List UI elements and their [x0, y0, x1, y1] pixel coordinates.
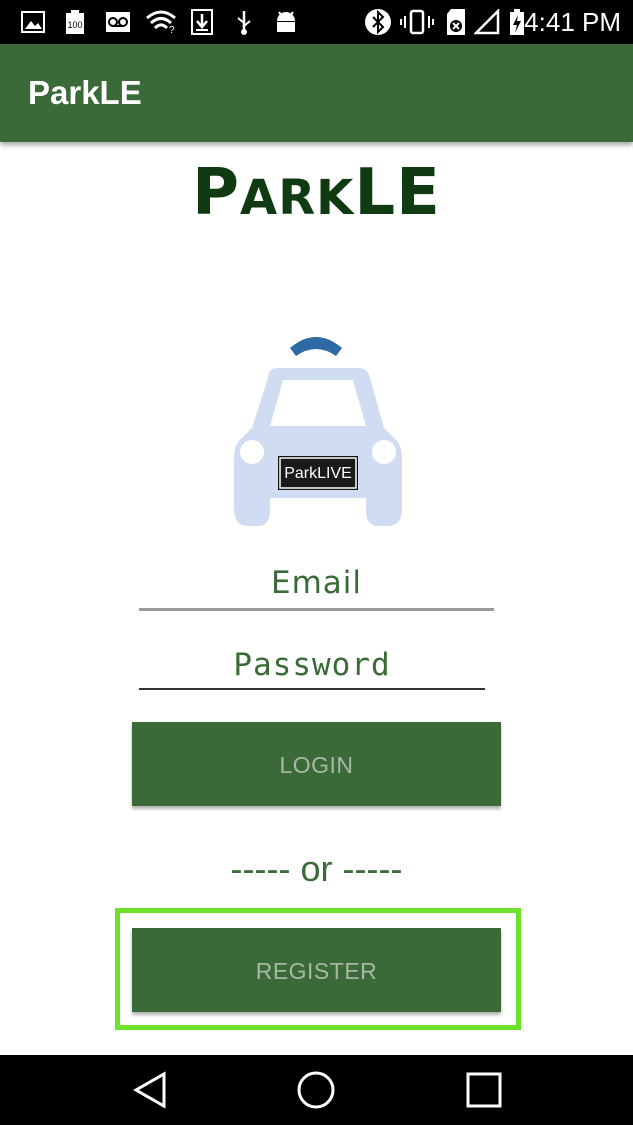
image-icon — [20, 8, 46, 36]
password-placeholder: Password — [233, 647, 391, 683]
or-separator: ----- or ----- — [230, 848, 403, 889]
password-field[interactable]: Password — [139, 645, 485, 690]
email-underline — [139, 608, 494, 611]
recents-icon[interactable] — [459, 1067, 509, 1113]
home-icon[interactable] — [291, 1067, 341, 1113]
status-time: 4:41 PM — [524, 7, 621, 37]
download-icon — [190, 8, 214, 36]
logo-first-letter: P — [192, 156, 241, 230]
status-bar: 100 ? 4:41 PM — [0, 0, 633, 44]
battery-100-icon: 100 — [62, 8, 88, 36]
app-bar: ParkLE — [0, 44, 633, 142]
logo-tail: LE — [354, 156, 441, 230]
password-underline — [139, 688, 485, 690]
navigation-bar — [0, 1055, 633, 1125]
logo-middle: ARK — [240, 170, 355, 226]
signal-arc-icon — [290, 337, 342, 356]
voicemail-icon — [104, 8, 132, 36]
car-illustration: ParkLIVE — [228, 318, 408, 530]
wifi-icon: ? — [144, 8, 178, 36]
car-plate-text: ParkLIVE — [284, 465, 352, 482]
login-button[interactable]: LOGIN — [132, 722, 501, 806]
email-field[interactable]: Email — [139, 563, 494, 611]
svg-text:100: 100 — [67, 20, 82, 30]
vibrate-icon — [400, 8, 434, 36]
signal-icon — [474, 8, 500, 36]
android-icon — [272, 8, 300, 36]
svg-text:?: ? — [169, 25, 175, 34]
app-title: ParkLE — [28, 74, 142, 111]
bluetooth-icon — [364, 8, 392, 36]
email-placeholder: Email — [270, 565, 362, 601]
usb-icon — [232, 8, 256, 36]
back-icon[interactable] — [125, 1067, 175, 1113]
register-button[interactable]: REGISTER — [132, 928, 501, 1012]
sim-icon — [444, 8, 468, 36]
parkle-logo: PARKLE — [0, 156, 633, 230]
